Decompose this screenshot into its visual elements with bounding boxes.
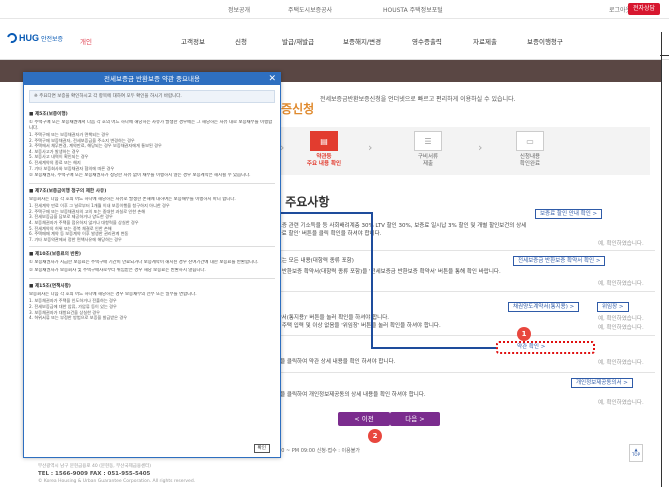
footer-copyright: © Korea Housing & Urban Guarantee Corpor… [38, 479, 196, 484]
step-marker-2: 2 [368, 429, 382, 443]
top-label: TOP [631, 452, 640, 457]
section-heading: ■ 제5조(보증이행) [29, 112, 68, 117]
nav-item-cancel-change[interactable]: 보증해지/변경 [343, 36, 381, 46]
row-check[interactable]: 예, 확인하였습니다. [598, 314, 644, 322]
divider [29, 183, 275, 185]
section-heading: ■ 제15조(면책사항) [29, 284, 71, 290]
section-para: ① 주택구매 또는 보증채권에서 다음 각 호의 어느 하나에 해당하는 사유가… [29, 120, 273, 131]
section-para: ① 보증채권자가 지급한 보증료는 주택구매 기간이 만료되거나 보증계약이 해… [29, 260, 259, 266]
utility-link-housta[interactable]: HOUSTA 주택정보포털 [383, 5, 443, 14]
row-text: '보증료 할인' 버튼을 클릭 확인을 하셔야 합니다. [270, 231, 382, 237]
row-check[interactable]: 예, 확인하였습니다. [598, 358, 644, 366]
footer-contact: TEL : 1566-9009 FAX : 051-955-5405 [38, 471, 151, 477]
nav-item-documents[interactable]: 자료제출 [473, 36, 497, 46]
modal-body[interactable]: ■ 제5조(보증이행) ① 주택구매 또는 보증채권에서 다음 각 호의 어느 … [29, 107, 275, 437]
divider [29, 246, 275, 248]
discount-info-button[interactable]: 보증료 할인 안내 확인 > [535, 209, 603, 219]
step-documents: ☰ 구비서류 제출 [398, 131, 458, 168]
chevron-right-icon: › [478, 141, 483, 154]
row-check[interactable]: 예, 확인하였습니다. [598, 323, 644, 331]
row-text: 로 보증 관련 기소득을 등 사회배려계층 30% LTV 할인 30%, 보증… [270, 223, 527, 229]
utility-link-info[interactable]: 정보공개 [228, 5, 250, 14]
section-line: 7. 기타 보증회사와 보증채권자 협의에 따른 경우 [29, 165, 115, 171]
divider [270, 335, 655, 336]
divider [29, 278, 275, 280]
consult-button[interactable]: 전자상담 [628, 3, 661, 15]
step-marker-1: 1 [517, 327, 531, 341]
nav-item-claim[interactable]: 보증이행청구 [527, 36, 563, 46]
row-check[interactable]: 예, 확인하였습니다. [598, 398, 644, 406]
scroll-top-button[interactable]: ▲ TOP [629, 444, 643, 462]
page-description: 전세보증금반환보증신청을 언더넷으로 빠르고 편리하게 이용하실 수 있습니다. [320, 96, 516, 103]
next-button[interactable]: 다음 > [390, 412, 440, 426]
document-icon: ▤ [310, 131, 338, 151]
service-hours: 09:00 ~ PM 09:00 신청·접수 : 이용불가 [270, 448, 360, 454]
nav-item-customer-info[interactable]: 고객정보 [181, 36, 205, 46]
section-heading: ■ 제7조(보증금이행 청구의 제한 사유) [29, 189, 107, 195]
upload-icon: ☰ [414, 131, 442, 151]
step-label: 약관등 주요 내용 확인 [306, 154, 342, 167]
annotation-arrow [371, 212, 373, 349]
section-para: ② 보증채권자, 주택구매 또는 보증채권자가 정당한 사유 없이 채무를 이행… [29, 173, 251, 179]
modal-confirm-button[interactable]: 확인 [253, 444, 270, 453]
progress-steps: › ▤ 약관등 주요 내용 확인 › ☰ 구비서류 제출 › ▭ 신청내용 확인… [270, 127, 650, 175]
power-of-attorney-button[interactable]: 위임장 > [597, 302, 629, 312]
privacy-consent-button[interactable]: 개인정보제공동의서 > [571, 378, 633, 388]
chevron-right-icon: › [368, 141, 373, 154]
section-para: ② 보증채권자가 보증회사 및 주택구매자로부터 위임받은 경우 해당 보증료는… [29, 268, 206, 274]
step-label: 구비서류 제출 [417, 154, 439, 167]
terms-modal: 전세보증금 반환보증 약관 중요내용 ✕ ※ 주요다면 보증을 확인하시고 각 … [23, 72, 281, 458]
row-text: 증금 반환보증 확약서(대항력 종류 포함)을 '전세보증금 반환보증 확약서'… [270, 269, 501, 275]
divider [660, 55, 669, 56]
footer-address: 부산광역시 남구 문현금융로 40 (문현동, 부산국제금융센터) [38, 464, 152, 469]
row-text: 이 있는 모든 내용(대항력 종류 포함) [270, 258, 354, 264]
row-check[interactable]: 예, 확인하였습니다. [598, 239, 644, 247]
nav-item-receipt[interactable]: 영수증출력 [412, 36, 442, 46]
annotation-arrow [278, 212, 373, 214]
nav-item-issue[interactable]: 발급/재발급 [282, 36, 314, 46]
hero: 보증신청 전세보증금반환보증신청을 언더넷으로 빠르고 편리하게 이용하실 수 … [270, 92, 650, 122]
annotation-arrow [372, 347, 496, 349]
row-check[interactable]: 예, 확인하였습니다. [598, 279, 644, 287]
logo-sub: 안전보증 [41, 35, 64, 43]
nav-personal[interactable]: 개인 [80, 36, 92, 46]
divider [270, 250, 655, 251]
nav-item-apply[interactable]: 신청 [235, 36, 247, 46]
divider [661, 32, 662, 487]
divider [270, 372, 655, 373]
logo-brand: HUG [19, 33, 39, 43]
logo-mark-icon [5, 31, 19, 45]
modal-title: 전세보증금 반환보증 약관 중요내용 [104, 75, 200, 83]
main-nav: HUG 안전보증 개인 고객정보 신청 발급/재발급 보증해지/변경 영수증출력… [0, 19, 669, 60]
divider [270, 291, 655, 292]
logo[interactable]: HUG 안전보증 [5, 31, 64, 45]
step-label: 신청내용 확인완료 [519, 154, 541, 167]
highlight-box [496, 341, 595, 354]
prev-button[interactable]: < 이전 [338, 412, 390, 426]
step-terms: ▤ 약관등 주요 내용 확인 [298, 131, 350, 168]
modal-notice: ※ 주요다면 보증을 확인하시고 각 항목에 대하여 모두 확인을 하시기 바랍… [29, 90, 275, 103]
utility-bar: 정보공개 주택도시보증공사 HOUSTA 주택정보포털 로그아웃 전자상담 [0, 0, 669, 19]
step-confirm: ▭ 신청내용 확인완료 [500, 131, 560, 168]
utility-link-hug[interactable]: 주택도시보증공사 [288, 5, 332, 14]
section-line: 4. 허위서류 또는 부정한 방법으로 보증을 발급받은 경우 [29, 315, 128, 321]
modal-header: 전세보증금 반환보증 약관 중요내용 ✕ [24, 73, 280, 85]
confirmation-letter-button[interactable]: 전세보증금 반환보증 확약서 확인 > [513, 256, 606, 266]
section-heading: ■ 제10조(보증료의 반환) [29, 252, 81, 258]
assignment-contract-button[interactable]: 채권양도계약서(통지용) > [508, 302, 580, 312]
section-line: 7. 기타 보증약관에서 정한 면책사유에 해당하는 경우 [29, 236, 122, 242]
monitor-icon: ▭ [516, 131, 544, 151]
close-icon[interactable]: ✕ [268, 73, 276, 85]
